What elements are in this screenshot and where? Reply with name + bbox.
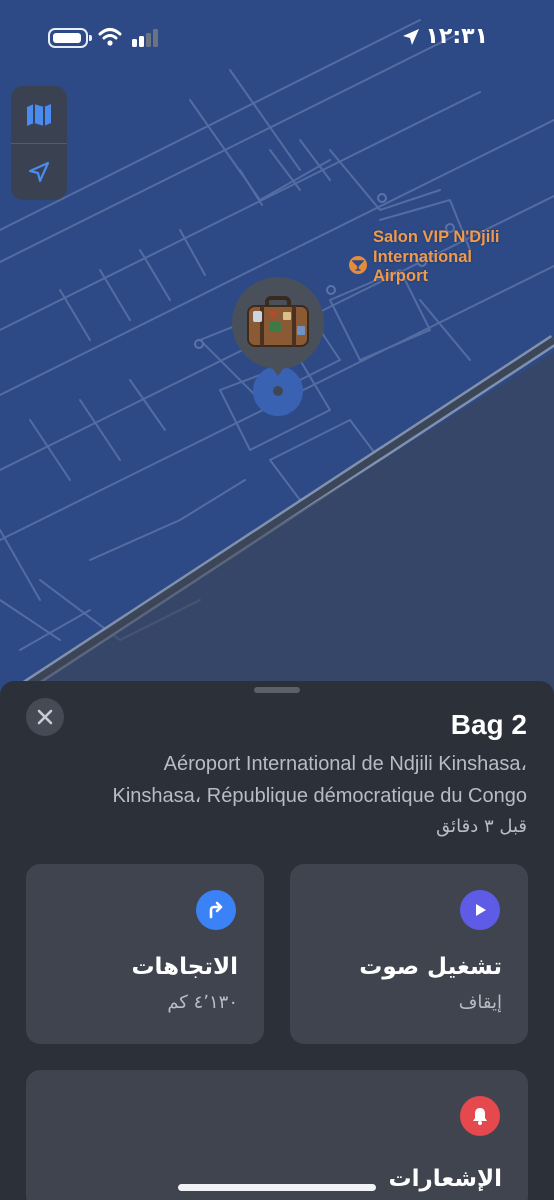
- notifications-card[interactable]: الإشعارات: [26, 1070, 528, 1200]
- item-detail-sheet: Bag 2 Aéroport International de Ndjili K…: [0, 681, 554, 1200]
- location-services-icon: [403, 28, 420, 45]
- status-time: ١٢:٣١: [425, 24, 488, 49]
- sheet-grabber[interactable]: [254, 687, 300, 693]
- home-indicator[interactable]: [178, 1184, 376, 1191]
- poi-label[interactable]: Salon VIP N'Djili International Airport: [373, 228, 523, 287]
- status-bar: ١٢:٣١: [0, 20, 554, 56]
- close-icon: [37, 709, 53, 725]
- close-button[interactable]: [26, 698, 64, 736]
- directions-distance: ٤٬١٣٠ كم: [167, 992, 238, 1013]
- location-dot: [273, 386, 283, 396]
- last-seen-time: قبل ٣ دقائق: [436, 816, 527, 837]
- directions-card[interactable]: الاتجاهات ٤٬١٣٠ كم: [26, 864, 264, 1044]
- notifications-label: الإشعارات: [388, 1166, 502, 1192]
- locate-me-button[interactable]: [11, 143, 67, 200]
- luggage-icon: [247, 296, 309, 347]
- bell-icon: [460, 1096, 500, 1136]
- address-line-2: Kinshasa، République démocratique du Con…: [112, 785, 527, 807]
- play-sound-status: إيقاف: [458, 992, 502, 1013]
- turn-right-icon: [196, 890, 236, 930]
- map-controls: [11, 86, 67, 200]
- play-icon: [460, 890, 500, 930]
- item-title: Bag 2: [450, 709, 527, 740]
- wifi-icon: [98, 28, 122, 46]
- directions-label: الاتجاهات: [131, 954, 238, 980]
- location-arrow-icon: [28, 161, 50, 182]
- play-sound-label: تشغيل صوت: [359, 954, 502, 980]
- cocktail-icon[interactable]: [349, 256, 367, 274]
- address-line-1: Aéroport International de Ndjili Kinshas…: [163, 753, 527, 775]
- battery-icon: [48, 28, 92, 48]
- play-sound-card[interactable]: تشغيل صوت إيقاف: [290, 864, 528, 1044]
- map-icon: [27, 103, 51, 126]
- map-mode-button[interactable]: [11, 86, 67, 143]
- item-pin[interactable]: [232, 277, 324, 369]
- cellular-signal-icon: [132, 29, 162, 47]
